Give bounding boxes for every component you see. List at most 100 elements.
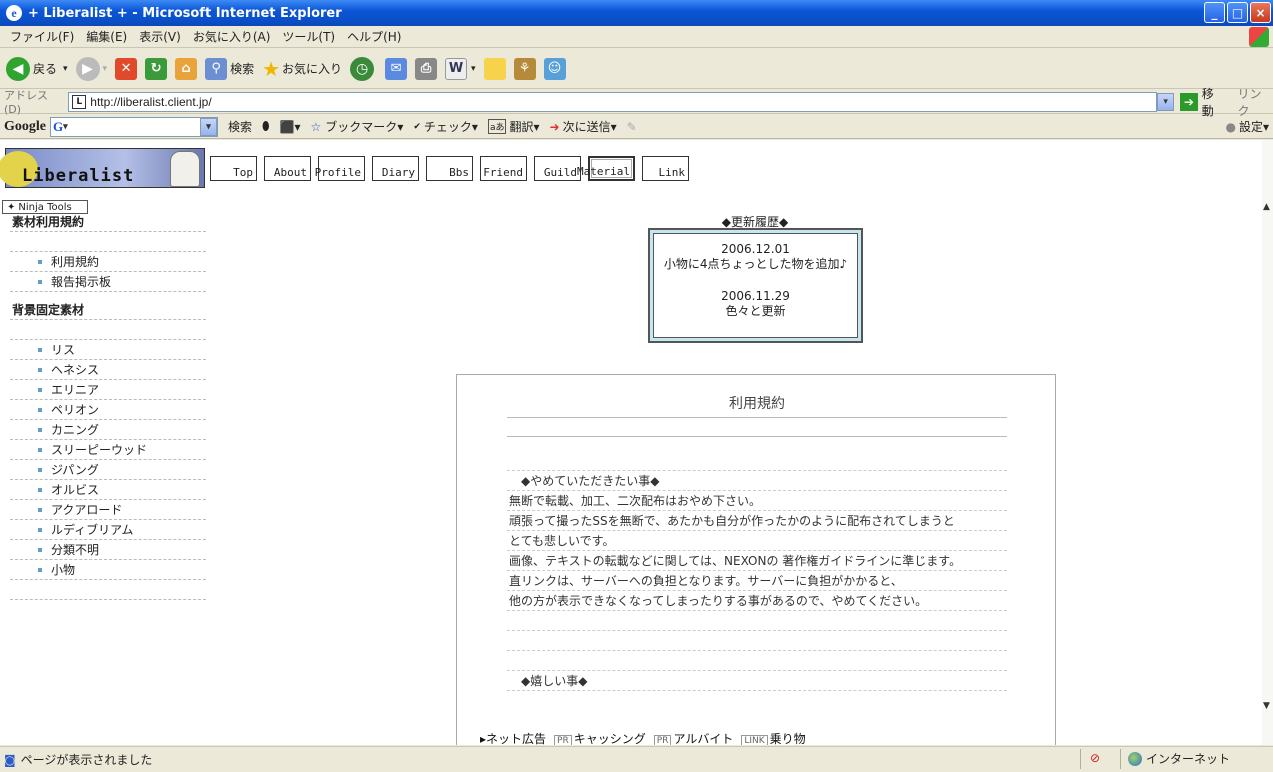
nav-material[interactable]: Material (577, 156, 635, 181)
terms-title: 利用規約 (507, 393, 1007, 418)
terms-line: 頑張って撮ったSSを無断で、あたかも自分が作ったかのように配布されてしまうと (507, 511, 1007, 531)
terms-line (507, 611, 1007, 631)
mail-button[interactable]: ✉ (385, 57, 408, 80)
google-logo[interactable]: Google (4, 119, 46, 135)
status-text: ページが表示されました (20, 753, 153, 767)
site-banner[interactable]: Liberalist (0, 148, 205, 188)
ad-link-net[interactable]: ▸ネット広告 (480, 730, 546, 745)
globe-icon (1128, 751, 1142, 766)
discuss-button[interactable] (483, 57, 506, 80)
page-done-icon: ◙ (4, 752, 16, 767)
research-button[interactable]: ⚘ (513, 57, 536, 80)
sidebar-item-bg[interactable]: ルディブリアム (10, 520, 206, 540)
translate-button[interactable]: aあ 翻訳 ▾ (487, 118, 540, 135)
address-label: アドレス(D) (4, 89, 48, 116)
ad-link-baito[interactable]: PR アルバイト (653, 730, 733, 745)
stop-icon: ✕ (115, 57, 138, 80)
back-arrow-icon: ◀ (6, 56, 30, 81)
privacy-icon[interactable]: ⊘ (1090, 751, 1100, 765)
nav-guild[interactable]: Guild (534, 156, 581, 181)
nav-bbs[interactable]: Bbs (426, 156, 473, 181)
nav-link[interactable]: Link (642, 156, 689, 181)
favicon-icon: L (72, 94, 87, 109)
terms-line: 直リンクは、サーバーへの負担となります。サーバーに負担がかかると、 (507, 571, 1007, 591)
nav-friend[interactable]: Friend (480, 156, 527, 181)
close-button[interactable]: × (1250, 2, 1271, 23)
nav-profile[interactable]: Profile (315, 156, 365, 181)
settings-button[interactable]: ● 設定 ▾ (1225, 118, 1269, 135)
minimize-button[interactable]: _ (1204, 2, 1225, 23)
google-toolbar: Google G ▾ ▾ 検索 ⬮ ⬛▾ ☆ ブックマーク ▾ ✔ チェック ▾ aあ翻… (0, 115, 1273, 139)
spellcheck-button[interactable]: ✔ チェック ▾ (413, 118, 478, 135)
address-input[interactable]: L http://liberalist.client.jp/ (68, 91, 1158, 112)
maximize-button[interactable]: □ (1227, 2, 1248, 23)
sidebar-item-bg[interactable]: ヘネシス (10, 360, 206, 380)
address-bar: アドレス(D) L http://liberalist.client.jp/ ▾… (0, 87, 1273, 118)
stop-button[interactable]: ✕ (115, 57, 138, 80)
refresh-button[interactable]: ↻ (145, 57, 168, 80)
history-button[interactable]: ◷ (350, 56, 377, 81)
print-button[interactable]: ⎙ (415, 57, 438, 80)
scroll-up-icon[interactable]: ▲ (1263, 202, 1270, 212)
address-dropdown-button[interactable]: ▾ (1157, 92, 1175, 111)
refresh-icon: ↻ (145, 57, 168, 80)
sidebar-item-bg[interactable]: スリーピーウッド (10, 440, 206, 460)
ad-link-vehicle[interactable]: LINK 乗り物 (741, 730, 806, 745)
sidebar-heading-terms: 素材利用規約 (10, 212, 206, 232)
star-icon: ★ (262, 56, 281, 81)
sidebar-item-terms[interactable]: 利用規約 (10, 252, 206, 272)
ad-footer: ▸ネット広告 PR キャッシング PR アルバイト LINK 乗り物 (480, 730, 806, 745)
menu-bar: ファイル(F) 編集(E) 表示(V) お気に入り(A) ツール(T) ヘルプ(… (0, 26, 1273, 48)
sidebar-item-bg[interactable]: 小物 (10, 560, 206, 580)
note-icon (483, 57, 506, 80)
popup-blocker-icon[interactable]: ⬮ (262, 119, 270, 134)
status-bar: ◙ ページが表示されました ⊘ インターネット (0, 746, 1273, 772)
terms-line (507, 651, 1007, 671)
sidebar-item-bg[interactable]: オルビス (10, 480, 206, 500)
scroll-down-icon[interactable]: ▼ (1263, 701, 1270, 711)
go-arrow-icon: ➔ (1180, 92, 1198, 111)
bookmark-button[interactable]: ☆ ブックマーク ▾ (311, 118, 404, 135)
search-button[interactable]: ⚲ 検索 (205, 57, 254, 80)
news-box: 2006.12.01 小物に4点ちょっとした物を追加♪ 2006.11.29 色… (648, 228, 863, 343)
edit-button[interactable]: W ▾ (445, 57, 476, 80)
menu-favorites[interactable]: お気に入り(A) (193, 28, 271, 45)
highlight-icon[interactable]: ✎ (627, 120, 637, 134)
sidebar-item-bg[interactable]: カニング (10, 420, 206, 440)
word-icon: W (445, 57, 468, 80)
nav-about[interactable]: About (264, 156, 311, 181)
sidebar-item-bg[interactable]: アクアロード (10, 500, 206, 520)
sidebar-item-bg[interactable]: リス (10, 340, 206, 360)
sidebar-item-report-bbs[interactable]: 報告掲示板 (10, 272, 206, 292)
nav-diary[interactable]: Diary (372, 156, 419, 181)
menu-edit[interactable]: 編集(E) (86, 28, 127, 45)
menu-file[interactable]: ファイル(F) (10, 28, 74, 45)
forward-button[interactable]: ▶ ▾ (75, 56, 107, 81)
send-icon: ➜ (549, 119, 560, 134)
google-search-input[interactable]: G ▾ ▾ (50, 116, 218, 137)
sidebar-item-bg[interactable]: ジパング (10, 460, 206, 480)
menu-tools[interactable]: ツール(T) (282, 28, 335, 45)
abc-check-icon: ✔ (413, 121, 421, 132)
google-search-button[interactable]: 検索 (228, 118, 252, 135)
messenger-button[interactable]: ☺ (543, 57, 566, 80)
security-zone: インターネット (1128, 750, 1230, 767)
ad-link-cashing[interactable]: PR キャッシング (554, 730, 646, 745)
translate-icon: aあ (487, 119, 507, 134)
sidebar-item-bg[interactable]: 分類不明 (10, 540, 206, 560)
sidebar-item-bg[interactable]: ペリオン (10, 400, 206, 420)
links-button[interactable]: リンク (1237, 85, 1273, 119)
vertical-scrollbar[interactable]: ▲ ▼ (1262, 140, 1273, 745)
google-history-dropdown[interactable]: ▾ (200, 117, 217, 136)
favorites-button[interactable]: ★ お気に入り (262, 57, 342, 81)
back-button[interactable]: ◀ 戻る ▾ (6, 56, 68, 81)
google-services-icon[interactable]: ⬛▾ (280, 120, 301, 134)
menu-help[interactable]: ヘルプ(H) (347, 28, 401, 45)
go-button[interactable]: ➔ 移動 (1180, 85, 1225, 119)
menu-view[interactable]: 表示(V) (139, 28, 181, 45)
nav-top[interactable]: Top (210, 156, 257, 181)
home-button[interactable]: ⌂ (175, 57, 198, 80)
ninja-star-icon: ✦ (7, 201, 16, 213)
sidebar-item-bg[interactable]: エリニア (10, 380, 206, 400)
send-to-button[interactable]: ➜ 次に送信 ▾ (550, 118, 617, 135)
